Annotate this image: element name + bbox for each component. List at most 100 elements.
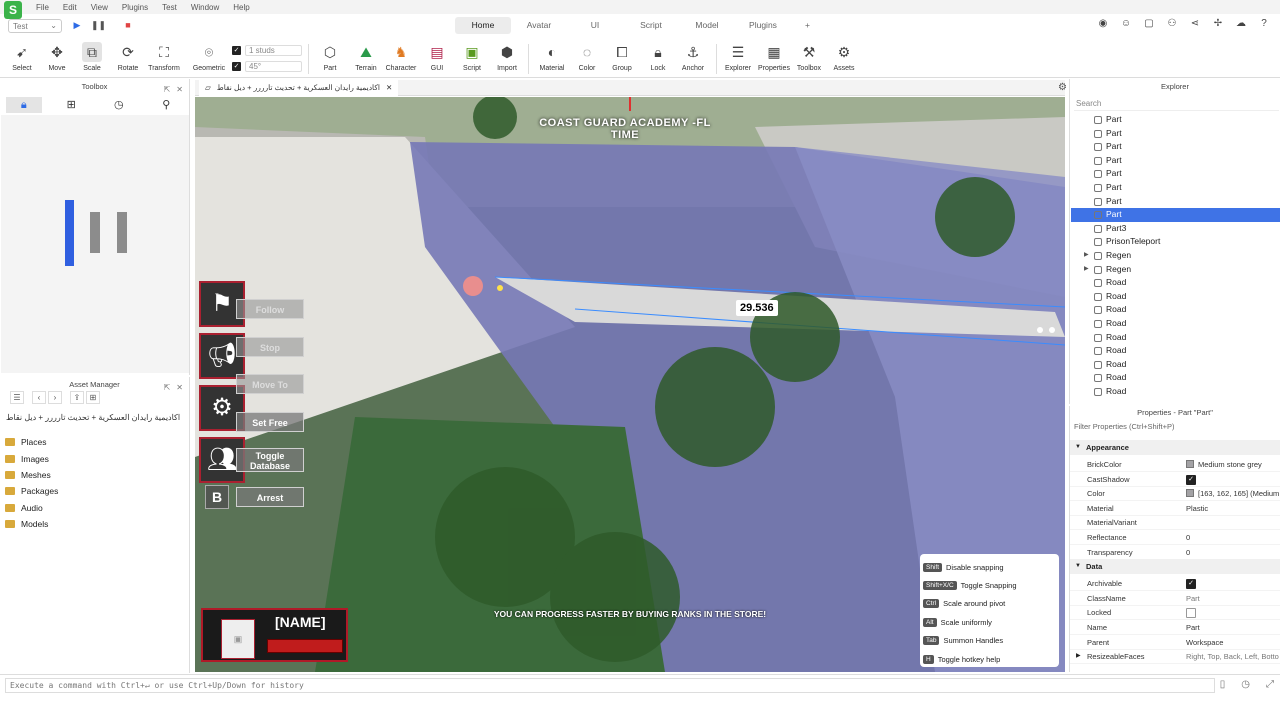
move-snap-row[interactable]: ✓ 1 studs xyxy=(232,45,302,56)
anchor-tool[interactable]: ⚓︎ Anchor xyxy=(673,42,713,72)
chat-icon[interactable]: ▢ xyxy=(1143,18,1155,30)
move-to-button[interactable]: Move To xyxy=(236,374,304,394)
explorer-item[interactable]: Part xyxy=(1071,208,1280,222)
share-icon[interactable]: ⋖ xyxy=(1189,18,1201,30)
property-row[interactable]: CastShadow ✓ xyxy=(1070,472,1280,487)
property-section[interactable]: ▼ Appearance xyxy=(1070,440,1280,455)
menu-test[interactable]: Test xyxy=(162,3,177,12)
property-row[interactable]: Color [163, 162, 165] (Medium xyxy=(1070,486,1280,502)
assets-button[interactable]: ⚙ Assets xyxy=(824,42,864,72)
avatar-icon[interactable]: ◉ xyxy=(1097,18,1109,30)
explorer-item[interactable]: Road xyxy=(1071,358,1280,372)
back-icon[interactable]: ‹ xyxy=(32,391,46,404)
grid-view-icon[interactable]: ⊞ xyxy=(86,391,100,404)
menu-view[interactable]: View xyxy=(91,3,108,12)
upload-icon[interactable]: ⇪ xyxy=(70,391,84,404)
explorer-item[interactable]: ▶ Regen xyxy=(1071,263,1280,277)
expand-arrow-icon[interactable]: ▶ xyxy=(1076,649,1081,664)
property-row[interactable]: ▶ ResizeableFaces Right, Top, Back, Left, … xyxy=(1070,649,1280,665)
explorer-item[interactable]: Part xyxy=(1071,140,1280,154)
explorer-item[interactable]: Road xyxy=(1071,303,1280,317)
toggle-database-button[interactable]: Toggle Database xyxy=(236,448,304,472)
terrain-tool[interactable]: ⛰ Terrain xyxy=(346,42,386,72)
folder-meshes[interactable]: Meshes xyxy=(5,470,51,480)
property-value[interactable]: 0 xyxy=(1186,545,1190,560)
follow-button[interactable]: Follow xyxy=(236,299,304,319)
rotate-snap-value[interactable]: 45° xyxy=(245,61,302,72)
command-input[interactable]: Execute a command with Ctrl+↵ or use Ctr… xyxy=(5,678,1215,693)
move-snap-checkbox[interactable]: ✓ xyxy=(232,46,241,55)
help-icon[interactable]: ? xyxy=(1258,18,1270,30)
explorer-button[interactable]: ☰ Explorer xyxy=(718,42,758,72)
group-tool[interactable]: ⧠ Group xyxy=(602,42,642,72)
toolbox-button[interactable]: ⚒ Toolbox xyxy=(789,42,829,72)
property-row[interactable]: ClassName Part xyxy=(1070,591,1280,606)
tab-ui[interactable]: UI xyxy=(567,17,623,34)
property-value[interactable]: Part xyxy=(1186,591,1200,606)
folder-audio[interactable]: Audio xyxy=(5,503,43,513)
move-snap-value[interactable]: 1 studs xyxy=(245,45,302,56)
scale-tool[interactable]: ⧉ Scale xyxy=(72,42,112,72)
add-tab-button[interactable]: + xyxy=(791,17,824,34)
folder-images[interactable]: Images xyxy=(5,454,49,464)
menu-plugins[interactable]: Plugins xyxy=(122,3,148,12)
settings-icon[interactable]: ⚙ xyxy=(1058,82,1067,93)
explorer-item[interactable]: Part3 xyxy=(1071,222,1280,236)
document-tab[interactable]: ▱ اكاديمية رايدان العسكرية + تحديث تارررر… xyxy=(199,80,399,96)
material-tool[interactable]: ◐ Material xyxy=(532,42,572,72)
property-row[interactable]: Parent Workspace xyxy=(1070,635,1280,650)
explorer-item[interactable]: Part xyxy=(1071,154,1280,168)
rotate-tool[interactable]: ⟳ Rotate xyxy=(108,42,148,72)
property-checkbox[interactable] xyxy=(1186,608,1196,619)
explorer-item[interactable]: Road xyxy=(1071,385,1280,399)
property-value[interactable]: Workspace xyxy=(1186,635,1223,650)
folder-models[interactable]: Models xyxy=(5,519,48,529)
menu-window[interactable]: Window xyxy=(191,3,219,12)
gui-tool[interactable]: ▤ GUI xyxy=(417,42,457,72)
folder-packages[interactable]: Packages xyxy=(5,486,58,496)
property-value[interactable]: Part xyxy=(1186,620,1200,635)
explorer-item[interactable]: Road xyxy=(1071,344,1280,358)
expand-icon[interactable]: ⤢ xyxy=(1266,679,1274,690)
inventory-icon[interactable]: 🔒︎ xyxy=(5,97,42,113)
close-icon[interactable]: ✕ xyxy=(386,80,392,96)
history-icon[interactable]: ◷ xyxy=(1241,679,1250,690)
property-value[interactable]: Plastic xyxy=(1186,501,1208,516)
collapse-icon[interactable]: ▼ xyxy=(1075,440,1081,455)
menu-help[interactable]: Help xyxy=(233,3,249,12)
tab-plugins[interactable]: Plugins xyxy=(735,17,791,34)
stop-button[interactable]: Stop xyxy=(236,337,304,357)
close-icon[interactable]: ✕ xyxy=(176,85,183,94)
explorer-item[interactable]: Part xyxy=(1071,127,1280,141)
explorer-item[interactable]: Part xyxy=(1071,167,1280,181)
property-row[interactable]: BrickColor Medium stone grey xyxy=(1070,457,1280,472)
property-row[interactable]: Name Part xyxy=(1070,620,1280,635)
explorer-item[interactable]: Part xyxy=(1071,113,1280,127)
property-value[interactable]: [163, 162, 165] (Medium xyxy=(1186,486,1279,501)
tab-script[interactable]: Script xyxy=(623,17,679,34)
menu-edit[interactable]: Edit xyxy=(63,3,77,12)
color-tool[interactable]: ◌ Color xyxy=(567,42,607,72)
property-value[interactable]: Right, Top, Back, Left, Botto xyxy=(1186,649,1279,664)
studio-logo[interactable]: S xyxy=(4,1,22,19)
test-mode-select[interactable]: Test ⌄ xyxy=(8,19,62,33)
collapse-icon[interactable]: ▼ xyxy=(1075,559,1081,574)
transform-tool[interactable]: ⛶ Transform xyxy=(144,42,184,72)
property-row[interactable]: Transparency 0 xyxy=(1070,545,1280,560)
arrest-button[interactable]: Arrest xyxy=(236,487,304,507)
explorer-item[interactable]: Part xyxy=(1071,181,1280,195)
tab-home[interactable]: Home xyxy=(455,17,511,34)
pause-icon[interactable]: ❚❚ xyxy=(91,18,106,32)
property-value[interactable]: Medium stone grey xyxy=(1186,457,1262,472)
expand-arrow-icon[interactable]: ▶ xyxy=(1084,263,1089,277)
marketplace-icon[interactable]: ⚲ xyxy=(148,97,184,113)
import-tool[interactable]: ⬢ Import xyxy=(487,42,527,72)
explorer-item[interactable]: ▶ Regen xyxy=(1071,249,1280,263)
explorer-item[interactable]: Road xyxy=(1071,290,1280,304)
explorer-search[interactable]: Search xyxy=(1074,97,1279,111)
property-section[interactable]: ▼ Data xyxy=(1070,559,1280,575)
explorer-item[interactable]: Road xyxy=(1071,371,1280,385)
undock-icon[interactable]: ⇱ xyxy=(164,85,171,94)
recent-icon[interactable]: ◷ xyxy=(101,97,137,113)
script-tool[interactable]: ▣ Script xyxy=(452,42,492,72)
